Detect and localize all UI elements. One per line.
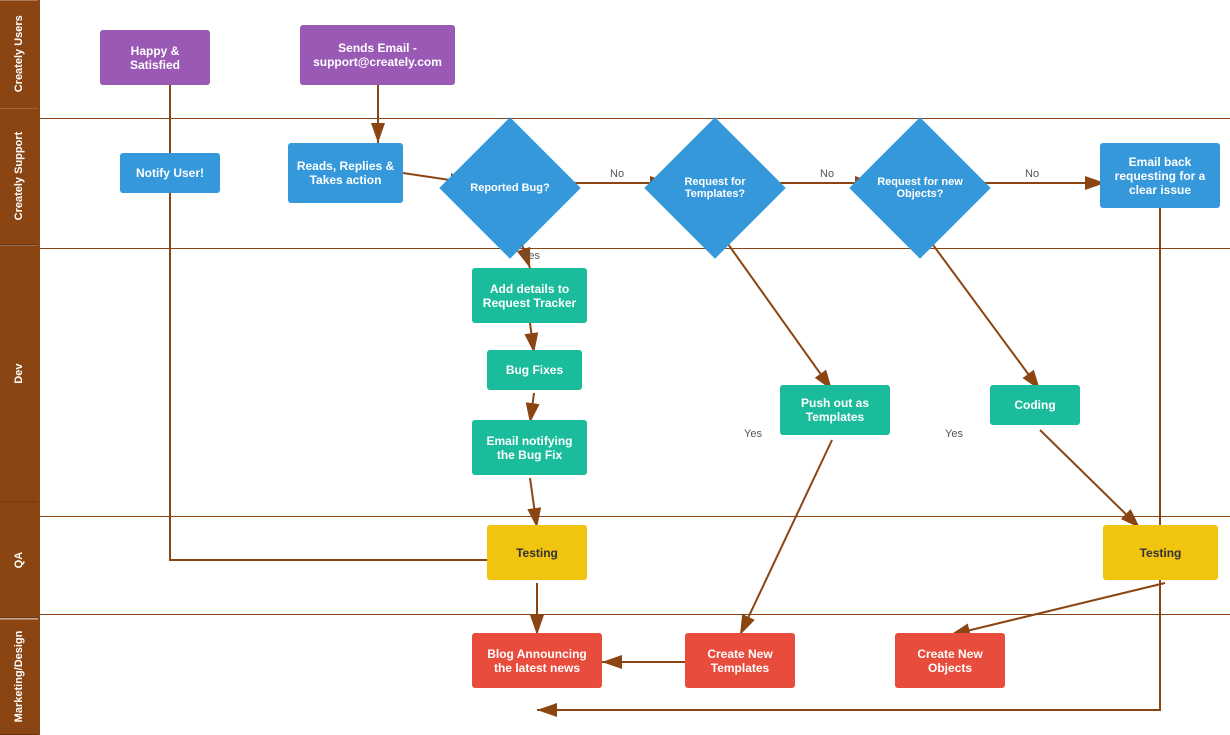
node-sends-email: Sends Email - support@creately.com [300,25,455,85]
node-push-templates: Push out as Templates [780,385,890,435]
node-testing-1: Testing [487,525,587,580]
node-bug-fixes: Bug Fixes [487,350,582,390]
lane-label-qa: QA [0,502,38,618]
node-email-notifying: Email notifying the Bug Fix [472,420,587,475]
node-reported-bug: Reported Bug? [439,117,580,258]
label-no3: No [1025,168,1039,180]
node-email-back: Email back requesting for a clear issue [1100,143,1220,208]
node-request-templates: Request for Templates? [644,117,785,258]
node-happy-satisfied: Happy & Satisfied [100,30,210,85]
lane-divider-3 [40,516,1230,517]
label-no1: No [610,168,624,180]
node-testing-2: Testing [1103,525,1218,580]
lane-divider-4 [40,614,1230,615]
arrows-svg [40,0,1230,735]
lane-label-marketing-design: Marketing/Design [0,619,38,735]
label-yes2: Yes [744,428,762,440]
label-no2: No [820,168,834,180]
lane-label-creately-support: Creately Support [0,108,38,245]
node-reads-replies: Reads, Replies & Takes action [288,143,403,203]
node-blog: Blog Announcing the latest news [472,633,602,688]
diagram-content: Happy & Satisfied Sends Email - support@… [40,0,1230,735]
label-yes3: Yes [945,428,963,440]
lane-label-dev: Dev [0,246,38,503]
label-yes1: Yes [522,250,540,262]
node-add-details: Add details to Request Tracker [472,268,587,323]
lane-divider-1 [40,118,1230,119]
lane-label-creately-users: Creately Users [0,0,38,108]
node-create-templates: Create New Templates [685,633,795,688]
diagram-container: Creately Users Creately Support Dev QA M… [0,0,1230,735]
node-notify-user: Notify User! [120,153,220,193]
node-request-objects: Request for new Objects? [849,117,990,258]
swim-lane-labels: Creately Users Creately Support Dev QA M… [0,0,40,735]
node-create-objects: Create New Objects [895,633,1005,688]
lane-divider-2 [40,248,1230,249]
node-coding: Coding [990,385,1080,425]
